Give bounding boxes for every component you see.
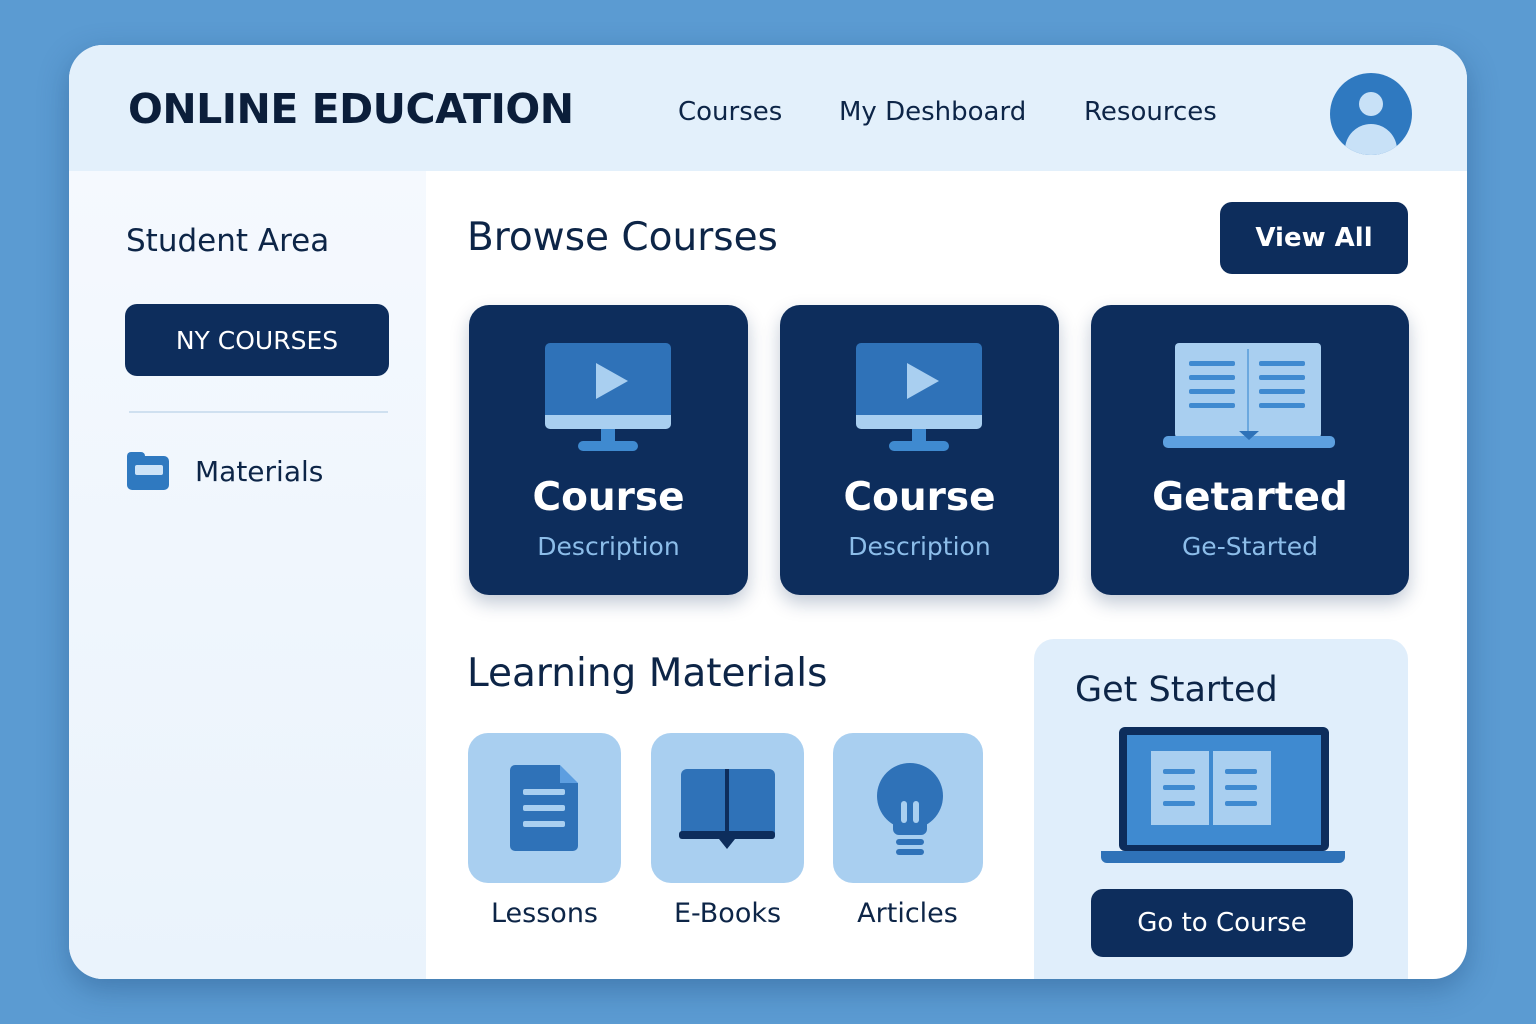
get-started-card[interactable]: Getarted Ge-Started bbox=[1091, 305, 1409, 595]
view-all-button[interactable]: View All bbox=[1220, 202, 1408, 274]
video-monitor-icon bbox=[545, 343, 673, 455]
user-avatar-icon[interactable] bbox=[1330, 73, 1412, 155]
learning-materials-title: Learning Materials bbox=[467, 651, 828, 696]
avatar-body bbox=[1345, 124, 1397, 155]
course-card-title: Getarted bbox=[1152, 475, 1348, 520]
avatar-head bbox=[1359, 92, 1383, 116]
lessons-tile[interactable] bbox=[468, 733, 621, 883]
video-monitor-icon bbox=[856, 343, 984, 455]
go-to-course-button[interactable]: Go to Course bbox=[1091, 889, 1353, 957]
sidebar-item-materials[interactable]: Materials bbox=[127, 449, 367, 493]
ebooks-tile[interactable] bbox=[651, 733, 804, 883]
course-card[interactable]: Course Description bbox=[780, 305, 1059, 595]
sidebar: Student Area NY COURSES Materials bbox=[69, 171, 426, 979]
nav-courses[interactable]: Courses bbox=[678, 97, 782, 127]
open-book-icon bbox=[679, 769, 777, 855]
course-card[interactable]: Course Description bbox=[469, 305, 748, 595]
course-card-subtitle: Description bbox=[848, 532, 991, 561]
sidebar-item-label: Materials bbox=[195, 454, 324, 488]
nav-my-dashboard[interactable]: My Deshboard bbox=[839, 97, 1026, 127]
top-header: ONLINE EDUCATION Courses My Deshboard Re… bbox=[69, 45, 1467, 171]
articles-label: Articles bbox=[857, 898, 958, 929]
folder-icon bbox=[127, 452, 169, 490]
get-started-panel: Get Started Go to Course bbox=[1034, 639, 1408, 979]
sidebar-title: Student Area bbox=[126, 223, 330, 259]
course-card-subtitle: Description bbox=[537, 532, 680, 561]
sidebar-divider bbox=[129, 411, 388, 413]
app-window: ONLINE EDUCATION Courses My Deshboard Re… bbox=[69, 45, 1467, 979]
document-icon bbox=[510, 765, 578, 851]
my-courses-button[interactable]: NY COURSES bbox=[125, 304, 389, 376]
course-card-title: Course bbox=[843, 475, 996, 520]
ebooks-label: E-Books bbox=[673, 898, 782, 929]
nav-resources[interactable]: Resources bbox=[1084, 97, 1217, 127]
get-started-title: Get Started bbox=[1075, 670, 1278, 710]
laptop-book-icon bbox=[1163, 343, 1339, 453]
lightbulb-icon bbox=[875, 763, 945, 859]
brand-title: ONLINE EDUCATION bbox=[128, 85, 574, 133]
laptop-icon bbox=[1101, 727, 1347, 867]
articles-tile[interactable] bbox=[833, 733, 983, 883]
lessons-label: Lessons bbox=[490, 898, 598, 929]
course-card-subtitle: Ge-Started bbox=[1181, 532, 1319, 561]
browse-courses-title: Browse Courses bbox=[467, 215, 778, 260]
course-card-title: Course bbox=[532, 475, 685, 520]
